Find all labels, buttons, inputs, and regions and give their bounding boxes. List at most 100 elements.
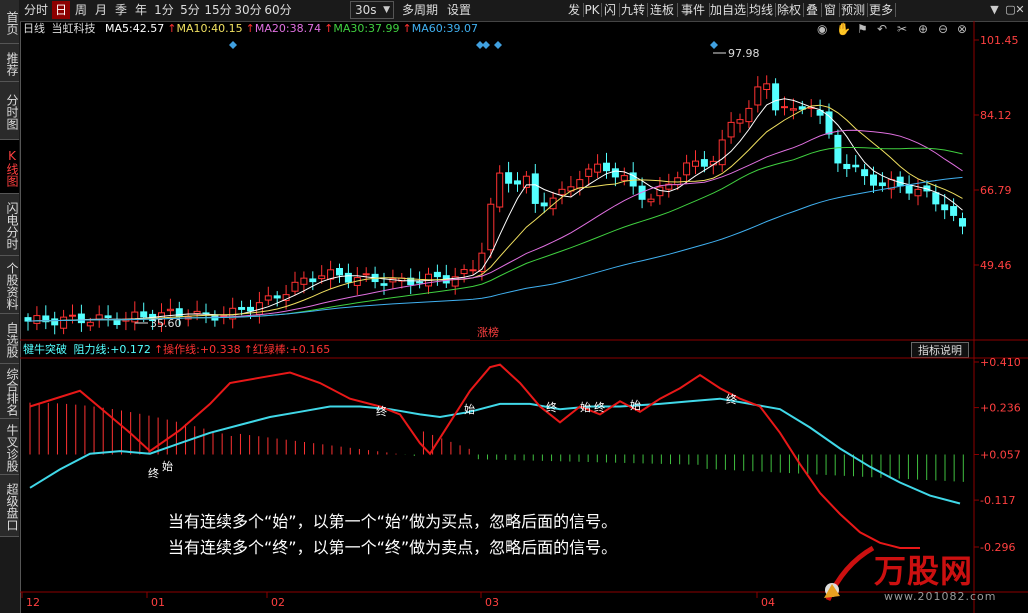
sidebar-tab-0[interactable]: 首页: [0, 0, 19, 44]
indicator-axis-label: +0.057: [980, 449, 1021, 462]
indicator-axis-label: -0.117: [980, 494, 1015, 507]
settings-button[interactable]: 设置: [444, 1, 474, 19]
sidebar-tab-6[interactable]: 自选股: [0, 314, 19, 364]
candle-body: [487, 203, 495, 251]
sidebar-tab-4[interactable]: 闪电分时: [0, 194, 19, 256]
candle-body: [603, 162, 610, 172]
candle-body: [620, 175, 628, 181]
period-button-5[interactable]: 年: [132, 1, 150, 19]
toolbar-button-10[interactable]: 窗: [822, 1, 838, 19]
candle-body: [674, 177, 682, 186]
candle-body: [736, 119, 744, 124]
candle-body: [344, 272, 352, 283]
period-button-3[interactable]: 月: [92, 1, 110, 19]
period-button-0[interactable]: 分时: [22, 1, 50, 19]
toolbar-button-2[interactable]: 闪: [602, 1, 618, 19]
x-axis-label: 04: [761, 596, 775, 609]
candle-body: [362, 273, 370, 276]
toolbar-button-12[interactable]: 更多: [868, 1, 894, 19]
resistance-line: [29, 397, 961, 505]
candle-body: [60, 316, 68, 329]
signal-marker: 始: [630, 398, 641, 412]
minimize-icon[interactable]: ▼: [988, 3, 1001, 17]
price-axis-label: 101.45: [980, 34, 1019, 47]
toolbar-button-0[interactable]: 发: [566, 1, 582, 19]
candle-body: [594, 163, 602, 173]
toolbar-button-1[interactable]: PK: [584, 1, 600, 19]
sidebar-tab-9[interactable]: 超级盘口: [0, 475, 19, 537]
period-button-10[interactable]: 60分: [264, 1, 292, 19]
sidebar-tab-3[interactable]: K线图: [0, 140, 19, 194]
low-price-label: 35.60: [150, 317, 182, 330]
x-axis-label: 12: [26, 596, 40, 609]
candle-body: [870, 174, 877, 186]
candle-body: [416, 281, 424, 284]
x-axis-label: 02: [271, 596, 285, 609]
candle-body: [905, 185, 913, 194]
signal-marker: 始: [162, 459, 173, 473]
toolbar-button-8[interactable]: 除权: [776, 1, 802, 19]
sidebar-tab-1[interactable]: 推荐: [0, 44, 19, 82]
candle-body: [754, 86, 762, 106]
candle-body: [433, 271, 441, 278]
candle-body: [558, 188, 566, 196]
signal-marker: 终: [594, 400, 605, 414]
sidebar-tab-7[interactable]: 综合排名: [0, 364, 19, 419]
candle-body: [131, 311, 139, 323]
toolbar-button-3[interactable]: 九转: [620, 1, 646, 19]
candle-body: [683, 162, 691, 176]
timeframe-dropdown[interactable]: 30s ▼: [350, 1, 394, 19]
sidebar-tab-8[interactable]: 牛叉诊股: [0, 419, 19, 475]
period-toolbar: 分时日周月季年 1分 5分 15分 30分 60分 30s ▼ 多周期 设置 发 PK 闪九转连…: [20, 0, 1028, 22]
period-button-8[interactable]: 15分: [204, 1, 232, 19]
period-button-6[interactable]: 1分: [152, 1, 176, 19]
watermark-logo: 万股网 www.201082.com: [818, 540, 998, 610]
chevron-down-icon: ▼: [383, 5, 390, 15]
toolbar-button-9[interactable]: 叠: [804, 1, 820, 19]
candle-body: [834, 134, 842, 164]
candle-body: [825, 111, 833, 135]
toolbar-button-7[interactable]: 均线: [748, 1, 774, 19]
watermark-site: www.201082.com: [884, 590, 997, 603]
toolbar-button-11[interactable]: 预测: [840, 1, 866, 19]
candle-body: [656, 186, 664, 197]
candle-body: [727, 121, 735, 138]
period-button-1[interactable]: 日: [52, 1, 70, 19]
candle-body: [469, 269, 477, 272]
candle-body: [496, 172, 504, 208]
period-button-2[interactable]: 周: [72, 1, 90, 19]
event-diamond-icon: [710, 41, 718, 49]
candle-body: [852, 164, 860, 168]
signal-marker: 终: [726, 392, 737, 406]
period-button-9[interactable]: 30分: [234, 1, 262, 19]
limit-up-tag: 涨榜: [477, 325, 499, 339]
ma-line: [27, 176, 963, 322]
toolbar-separator: [895, 3, 896, 17]
candle-body: [291, 281, 299, 292]
candle-body: [950, 206, 958, 216]
candle-body: [336, 267, 343, 276]
candle-body: [69, 314, 76, 317]
candle-body: [166, 308, 174, 312]
candle-body: [540, 202, 548, 207]
candle-body: [51, 318, 59, 326]
candle-body: [647, 198, 655, 203]
candle-body: [309, 278, 317, 283]
ma-line: [27, 98, 963, 322]
toolbar-button-4[interactable]: 连板: [648, 1, 676, 19]
x-axis-label: 03: [485, 596, 499, 609]
sidebar-tab-2[interactable]: 分时图: [0, 82, 19, 140]
close-icon[interactable]: ✕: [1014, 3, 1026, 17]
toolbar-button-6[interactable]: 加自选: [710, 1, 746, 19]
candle-body: [104, 315, 112, 319]
period-button-4[interactable]: 季: [112, 1, 130, 19]
high-price-label: 97.98: [728, 47, 760, 60]
toolbar-button-5[interactable]: 事件: [678, 1, 708, 19]
price-axis-label: 66.79: [980, 184, 1012, 197]
candle-body: [718, 139, 726, 166]
sidebar-tab-5[interactable]: 个股资料: [0, 256, 19, 314]
period-button-7[interactable]: 5分: [178, 1, 202, 19]
multi-period-button[interactable]: 多周期: [398, 1, 442, 19]
candle-body: [140, 311, 148, 318]
signal-marker: 终: [376, 404, 387, 418]
